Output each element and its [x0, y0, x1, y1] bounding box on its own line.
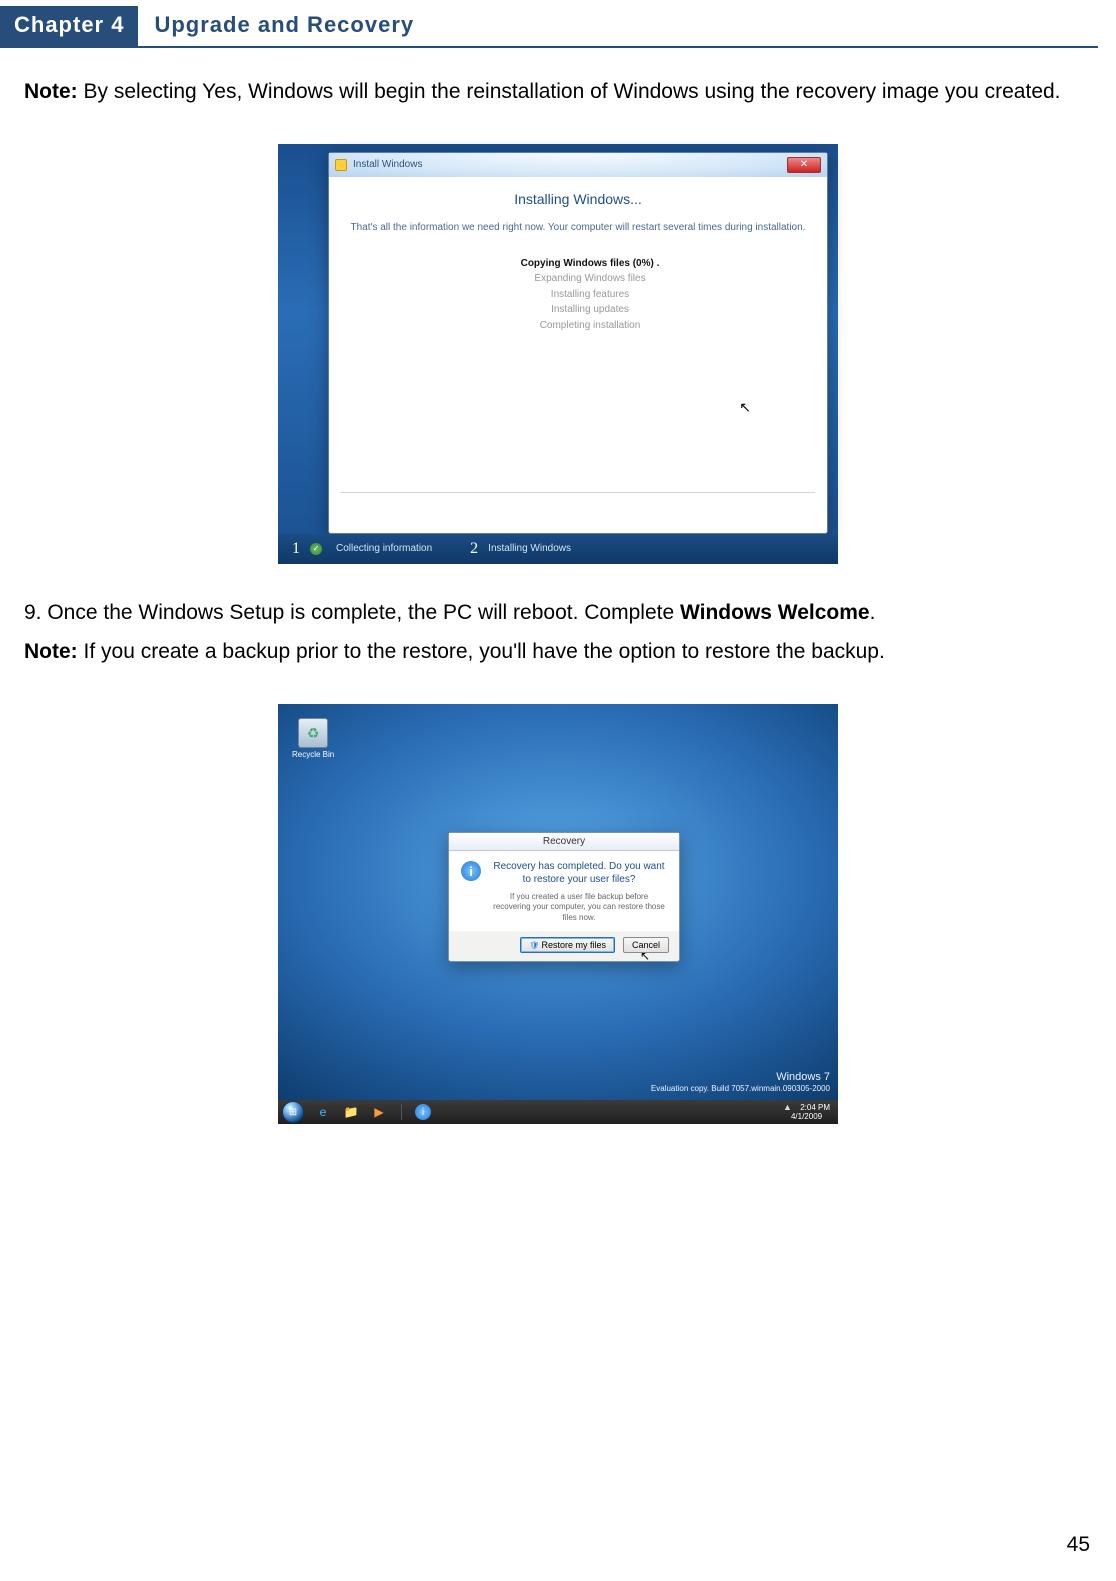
windows-welcome-bold: Windows Welcome — [680, 601, 870, 624]
shield-icon: 🛡 — [529, 941, 539, 950]
cursor-icon: ↖ — [640, 949, 650, 963]
note-text: If you create a backup prior to the rest… — [78, 640, 885, 663]
note-label: Note: — [24, 640, 78, 663]
clock-date: 4/1/2009 — [791, 1112, 822, 1121]
mid-note: Note: If you create a backup prior to th… — [24, 634, 1092, 670]
recovery-dialog: Recovery i Recovery has completed. Do yo… — [448, 832, 680, 962]
intro-note: Note: By selecting Yes, Windows will beg… — [24, 74, 1092, 110]
tray-chevron-icon[interactable]: ▲ — [783, 1102, 792, 1112]
step-9-text: 9. Once the Windows Setup is complete, t… — [24, 595, 1092, 631]
install-step: Installing updates — [373, 302, 807, 318]
window-icon — [335, 159, 347, 171]
footer-step-number: 2 — [470, 540, 478, 558]
windows-watermark: Windows 7 Evaluation copy. Build 7057.wi… — [651, 1071, 830, 1094]
check-icon: ✓ — [310, 543, 322, 555]
install-windows-screenshot: Install Windows ✕ Installing Windows... … — [278, 144, 838, 564]
install-step-active: Copying Windows files (0%) . — [373, 256, 807, 272]
window-title: Install Windows — [353, 159, 422, 170]
chapter-badge: Chapter 4 — [0, 6, 138, 46]
taskbar-separator — [401, 1104, 402, 1120]
dialog-main-text: Recovery has completed. Do you want to r… — [491, 861, 667, 886]
page-number: 45 — [1067, 1533, 1090, 1557]
installing-heading: Installing Windows... — [349, 191, 807, 207]
internet-explorer-icon[interactable]: e — [314, 1103, 332, 1121]
window-body: Installing Windows... That's all the inf… — [329, 177, 827, 334]
info-icon: i — [461, 861, 481, 881]
figure-install-windows: Install Windows ✕ Installing Windows... … — [0, 144, 1116, 569]
separator — [341, 492, 815, 493]
install-step: Installing features — [373, 287, 807, 303]
installing-info-text: That's all the information we need right… — [349, 221, 807, 234]
step-text-end: . — [870, 601, 876, 624]
taskbar-clock[interactable]: ▲ 2:04 PM 4/1/2009 — [783, 1103, 834, 1122]
chapter-title: Upgrade and Recovery — [138, 6, 414, 46]
page-header: Chapter 4 Upgrade and Recovery — [0, 6, 1098, 48]
recycle-bin-glyph-icon — [298, 718, 328, 748]
install-step: Expanding Windows files — [373, 271, 807, 287]
watermark-title: Windows 7 — [651, 1071, 830, 1084]
taskbar: ⊞ e 📁 ▶ i ▲ 2:04 PM 4/1/2009 — [278, 1100, 838, 1124]
recycle-bin-label: Recycle Bin — [292, 750, 334, 759]
figure-recovery-desktop: Recycle Bin Recovery i Recovery has comp… — [0, 704, 1116, 1129]
footer-step-label: Installing Windows — [488, 543, 571, 554]
install-step: Completing installation — [373, 318, 807, 334]
install-footer: 1 ✓ Collecting information 2 Installing … — [278, 534, 838, 564]
restore-files-button[interactable]: 🛡Restore my files — [520, 937, 615, 953]
cursor-icon: ↖ — [739, 399, 751, 416]
clock-time: 2:04 PM — [800, 1103, 830, 1112]
dialog-body: i Recovery has completed. Do you want to… — [449, 851, 679, 931]
taskbar-info-icon[interactable]: i — [415, 1104, 431, 1120]
install-steps-list: Copying Windows files (0%) . Expanding W… — [373, 256, 807, 334]
close-button[interactable]: ✕ — [787, 157, 821, 173]
install-windows-window: Install Windows ✕ Installing Windows... … — [328, 152, 828, 534]
note-label: Note: — [24, 80, 78, 103]
note-text: By selecting Yes, Windows will begin the… — [78, 80, 1061, 103]
window-titlebar: Install Windows ✕ — [329, 153, 827, 177]
explorer-folder-icon[interactable]: 📁 — [342, 1103, 360, 1121]
footer-step-label: Collecting information — [336, 543, 432, 554]
start-button[interactable]: ⊞ — [282, 1101, 304, 1123]
footer-step-number: 1 — [292, 540, 300, 558]
media-player-icon[interactable]: ▶ — [370, 1103, 388, 1121]
recovery-desktop-screenshot: Recycle Bin Recovery i Recovery has comp… — [278, 704, 838, 1124]
watermark-sub: Evaluation copy. Build 7057.winmain.0903… — [651, 1084, 830, 1094]
dialog-sub-text: If you created a user file backup before… — [491, 892, 667, 923]
recycle-bin-icon[interactable]: Recycle Bin — [292, 718, 334, 759]
restore-files-label: Restore my files — [541, 940, 606, 950]
step-text: 9. Once the Windows Setup is complete, t… — [24, 601, 680, 624]
dialog-title: Recovery — [449, 833, 679, 851]
